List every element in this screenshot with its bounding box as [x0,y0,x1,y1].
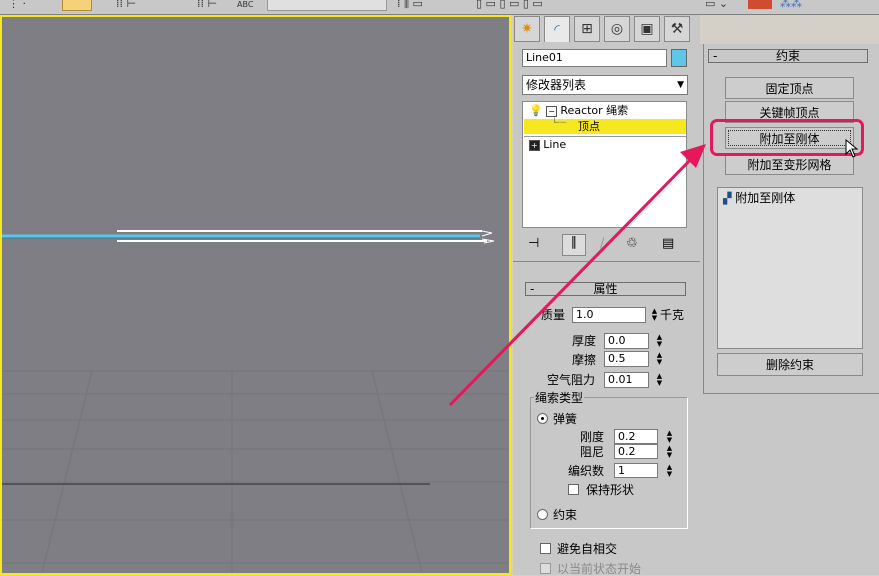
constraint-radio-label: 约束 [553,508,578,522]
select-tool-icon[interactable] [62,0,92,11]
modifier-list-label: 修改器列表 [526,78,587,92]
spring-label: 弹簧 [553,412,578,426]
attach-deforming-mesh-button[interactable]: 附加至变形网格 [725,153,854,175]
modify-icon[interactable]: ◜ [544,16,570,42]
toolbar-icon[interactable]: ⁂⁂ [780,0,802,10]
main-toolbar: ⋮ · ⁞⁞ ⊢ ⁞⁞ ⊢ ABC ⁞ ⫼ ▭ ▯ ▭ ▯ ▭ ▯ ▭ ▭ ⌄ … [0,0,879,15]
stack-item-vertex[interactable]: └┈┈ 顶点 [524,118,686,134]
viewport-scene [2,230,509,573]
toolbar-icon[interactable]: ⁞⁞ ⊢ [197,0,217,10]
damping-input[interactable]: 0.2 [614,444,658,459]
render-icon[interactable] [748,0,772,9]
abc-icon[interactable]: ABC [237,0,253,11]
keep-shape-label: 保持形状 [586,483,635,497]
collapse-icon[interactable]: − [546,106,557,117]
constraints-list[interactable]: ▞ 附加至刚体 [717,187,863,349]
damping-label: 阻尼 [580,445,605,459]
stiffness-input[interactable]: 0.2 [614,429,658,444]
toolbar-icon[interactable]: ⁞ ⫼ ▭ [397,0,423,10]
toolbar-dropdown[interactable] [267,0,387,11]
highlight-callout-box [710,119,864,156]
damping-spinner[interactable]: ▲ ▼ [665,444,674,459]
callout-arrow [448,144,706,407]
object-name-input[interactable]: Line01 [522,49,667,67]
avoid-self-intersection-label: 避免自相交 [557,542,618,556]
spring-radio[interactable] [537,413,548,424]
rigid-body-icon: ▞ [723,192,732,205]
motion-icon[interactable]: ◎ [604,16,630,42]
constraint-radio[interactable] [537,509,548,520]
stiffness-spinner[interactable]: ▲ ▼ [665,429,674,444]
create-icon[interactable]: ✷ [514,16,540,42]
hierarchy-icon[interactable]: ⊞ [574,16,600,42]
toolbar-icon[interactable]: ▭ ⌄ [705,0,728,10]
stiffness-label: 刚度 [580,430,605,444]
keep-shape-checkbox[interactable] [568,484,579,495]
display-icon[interactable]: ▣ [634,16,660,42]
toolbar-icon[interactable]: ⋮ · [8,0,26,10]
toolbar-icon[interactable]: ⁞⁞ ⊢ [116,0,136,10]
utilities-icon[interactable]: ⚒ [664,16,690,42]
start-current-state-checkbox[interactable] [540,563,551,574]
weave-input[interactable]: 1 [614,463,658,478]
toolbar-icon[interactable]: ▯ ▭ ▯ ▭ ▯ ▭ [476,0,543,10]
fix-vertex-button[interactable]: 固定顶点 [725,77,854,99]
delete-constraint-button[interactable]: 删除约束 [717,353,863,376]
constraints-rollout-header[interactable]: - 约束 [708,49,868,63]
object-color-swatch[interactable] [671,49,687,67]
stack-item-reactor-rope[interactable]: 💡 − Reactor 绳索 [529,103,628,119]
avoid-self-intersection-checkbox[interactable] [540,543,551,554]
start-current-state-label: 以当前状态开始 [557,562,642,576]
viewport-perspective[interactable] [0,15,511,575]
lightbulb-icon[interactable]: 💡 [529,104,543,117]
weave-spinner[interactable]: ▲ ▼ [665,463,674,478]
modifier-list-dropdown[interactable]: 修改器列表 ▼ [522,75,688,95]
chevron-down-icon: ▼ [677,80,684,90]
mouse-cursor-icon [845,139,859,158]
weave-label: 编织数 [568,464,605,478]
list-item[interactable]: ▞ 附加至刚体 [723,191,795,206]
